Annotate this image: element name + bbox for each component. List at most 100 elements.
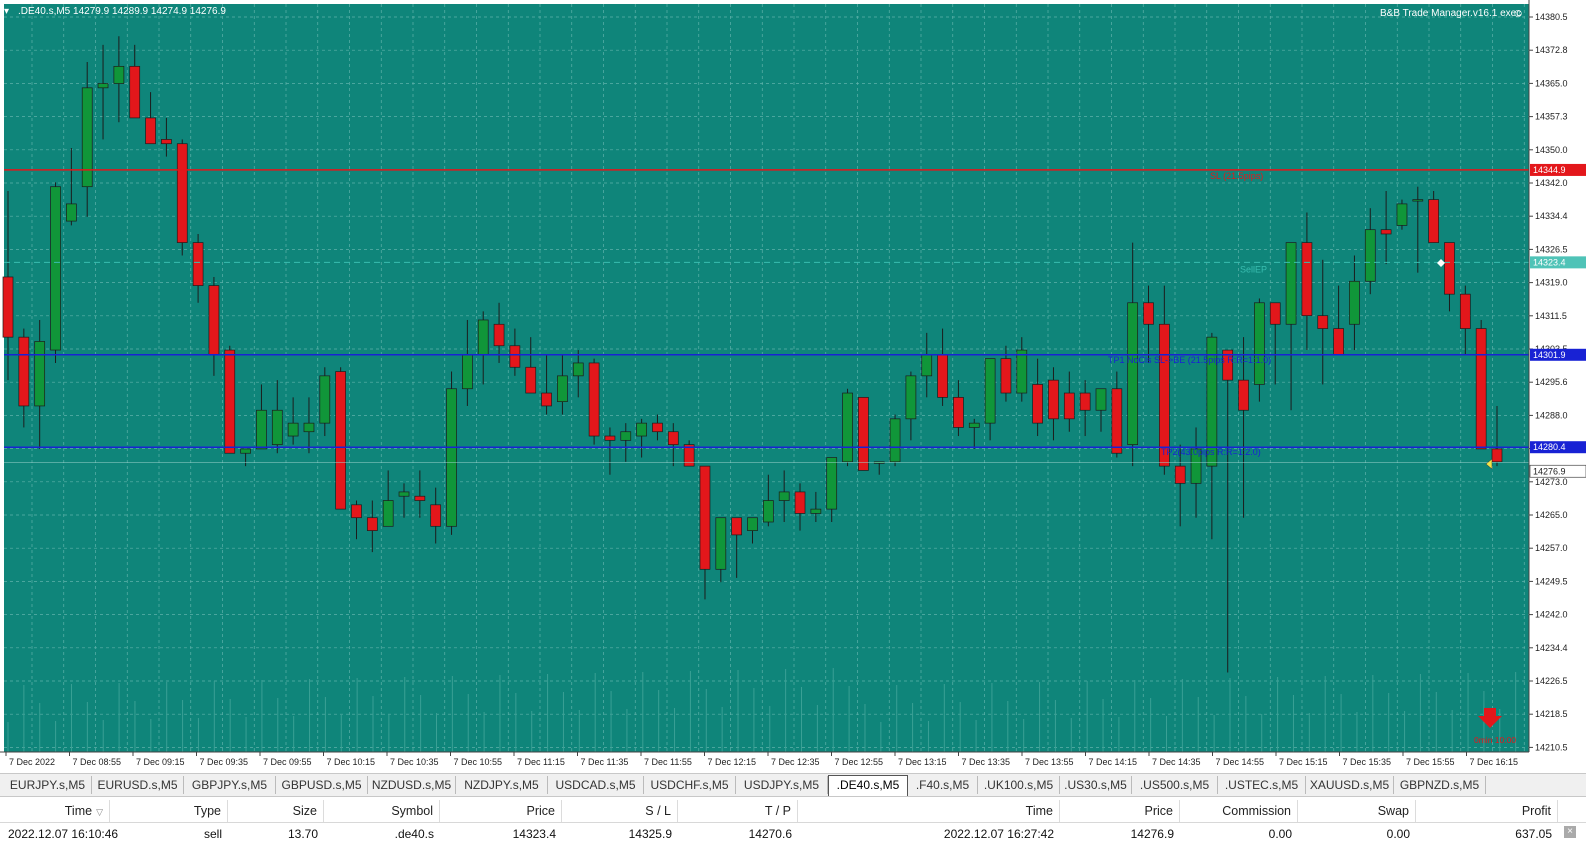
bear-candle[interactable] [1380, 229, 1392, 235]
bear-candle[interactable] [1475, 328, 1487, 450]
tab-usdjpy-s-m5[interactable]: USDJPY.s,M5 [736, 776, 828, 794]
bear-candle[interactable] [652, 422, 663, 433]
bull-candle[interactable] [50, 186, 61, 351]
column-header-size[interactable]: Size [228, 800, 324, 822]
bull-candle[interactable] [66, 203, 77, 222]
bear-candle[interactable] [414, 495, 426, 501]
column-header-swap[interactable]: Swap [1298, 800, 1416, 822]
tab-nzdusd-s-m5[interactable]: NZDUSD.s,M5 [368, 776, 456, 794]
bull-candle[interactable] [1254, 302, 1265, 385]
tab-us30-s-m5[interactable]: .US30.s,M5 [1060, 776, 1132, 794]
bear-candle[interactable] [351, 504, 362, 519]
tab-nzdjpy-s-m5[interactable]: NZDJPY.s,M5 [456, 776, 548, 794]
bear-candle[interactable] [588, 362, 600, 437]
bull-candle[interactable] [1127, 302, 1139, 445]
price-chart[interactable]: SL (21.5pips) SellEP TP1 NoCls SL->BE (21.… [0, 0, 1586, 772]
bear-candle[interactable] [937, 354, 948, 398]
column-header-profit[interactable]: Profit [1416, 800, 1558, 822]
close-position-icon[interactable]: × [1564, 826, 1576, 838]
column-header-open-price[interactable]: Price [440, 800, 562, 822]
bear-candle[interactable] [1459, 293, 1471, 329]
bull-candle[interactable] [398, 491, 410, 497]
bull-candle[interactable] [462, 354, 473, 390]
bear-candle[interactable] [493, 323, 505, 347]
bull-candle[interactable] [34, 341, 46, 407]
bear-candle[interactable] [1333, 328, 1344, 355]
column-header-take-profit[interactable]: T / P [678, 800, 798, 822]
bear-candle[interactable] [953, 396, 964, 428]
bear-candle[interactable] [794, 491, 806, 514]
tab-us500-s-m5[interactable]: .US500.s,M5 [1132, 776, 1218, 794]
tab-eurjpy-s-m5[interactable]: EURJPY.s,M5 [4, 776, 92, 794]
bull-candle[interactable] [256, 409, 267, 450]
bull-candle[interactable] [984, 358, 996, 424]
bear-candle[interactable] [1159, 323, 1170, 467]
bull-candle[interactable] [636, 422, 647, 437]
bear-candle[interactable] [699, 465, 711, 570]
bull-candle[interactable] [477, 319, 489, 355]
chart-canvas[interactable]: SL (21.5pips) SellEP TP1 NoCls SL->BE (21.… [0, 0, 1586, 772]
bear-candle[interactable] [1063, 392, 1075, 420]
bear-candle[interactable] [509, 345, 521, 368]
bear-candle[interactable] [1444, 242, 1455, 295]
tab-usdcad-s-m5[interactable]: USDCAD.s,M5 [548, 776, 644, 794]
tab-gbpjpy-s-m5[interactable]: GBPJPY.s,M5 [184, 776, 276, 794]
bull-candle[interactable] [382, 500, 394, 527]
tab-ustec-s-m5[interactable]: .USTEC.s,M5 [1218, 776, 1306, 794]
bear-candle[interactable] [1079, 392, 1091, 411]
tab-xauusd-s-m5[interactable]: XAUUSD.s,M5 [1306, 776, 1394, 794]
tab-gbpusd-s-m5[interactable]: GBPUSD.s,M5 [276, 776, 368, 794]
sort-desc-icon[interactable]: ▽ [96, 807, 103, 817]
bear-candle[interactable] [525, 366, 537, 394]
bear-candle[interactable] [1238, 379, 1249, 411]
table-row[interactable]: 2022.12.07 16:10:46 sell 13.70 .de40.s 14323… [0, 823, 1586, 843]
chart-dropdown-icon[interactable]: ▾ [4, 6, 9, 17]
column-header-open-time[interactable]: Time ▽ [0, 800, 110, 822]
bear-candle[interactable] [731, 517, 743, 536]
bull-candle[interactable] [968, 422, 980, 428]
bull-candle[interactable] [81, 87, 93, 188]
tab-usdchf-s-m5[interactable]: USDCHF.s,M5 [644, 776, 736, 794]
bull-candle[interactable] [1364, 229, 1376, 282]
bear-candle[interactable] [1491, 448, 1503, 463]
bear-candle[interactable] [1174, 465, 1186, 484]
bear-candle[interactable] [858, 396, 869, 471]
bear-candle[interactable] [145, 117, 156, 145]
bull-candle[interactable] [905, 375, 917, 420]
bear-candle[interactable] [1048, 379, 1059, 420]
bull-candle[interactable] [810, 508, 822, 514]
bear-candle[interactable] [667, 431, 679, 445]
bear-candle[interactable] [366, 517, 378, 531]
bear-candle[interactable] [224, 349, 236, 454]
bull-candle[interactable] [778, 491, 790, 501]
tab-de40-s-m5[interactable]: .DE40.s,M5 [828, 775, 908, 796]
column-header-stop-loss[interactable]: S / L [562, 800, 678, 822]
bull-candle[interactable] [557, 375, 568, 402]
bull-candle[interactable] [303, 422, 315, 433]
bull-candle[interactable] [889, 418, 901, 463]
tab-uk100-s-m5[interactable]: .UK100.s,M5 [978, 776, 1060, 794]
bear-candle[interactable] [192, 242, 204, 286]
bull-candle[interactable] [1016, 349, 1028, 394]
column-header-current-price[interactable]: Price [1060, 800, 1180, 822]
tab-f40-s-m5[interactable]: .F40.s,M5 [908, 776, 978, 794]
bear-candle[interactable] [161, 139, 172, 145]
column-header-symbol[interactable]: Symbol [324, 800, 440, 822]
bear-candle[interactable] [1269, 302, 1281, 325]
bull-candle[interactable] [446, 388, 457, 527]
bear-candle[interactable] [430, 504, 442, 527]
bear-candle[interactable] [1317, 315, 1329, 329]
column-header-close-time[interactable]: Time [798, 800, 1060, 822]
bear-candle[interactable] [1143, 302, 1154, 325]
bear-candle[interactable] [208, 285, 220, 355]
bear-candle[interactable] [176, 143, 188, 243]
column-header-type[interactable]: Type [110, 800, 228, 822]
bull-candle[interactable] [97, 83, 109, 89]
bull-candle[interactable] [826, 457, 838, 510]
tab-eurusd-s-m5[interactable]: EURUSD.s,M5 [92, 776, 184, 794]
bull-candle[interactable] [747, 517, 758, 531]
bull-candle[interactable] [240, 448, 251, 454]
bear-candle[interactable] [1111, 388, 1123, 454]
bear-candle[interactable] [1301, 242, 1313, 317]
bear-candle[interactable] [1428, 199, 1439, 243]
